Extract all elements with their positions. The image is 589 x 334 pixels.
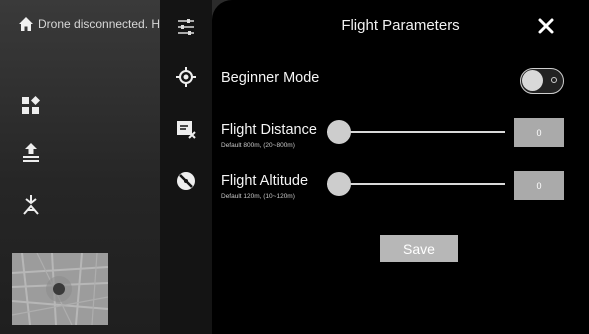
- slider-thumb[interactable]: [327, 172, 351, 196]
- sliders-icon[interactable]: [175, 16, 197, 38]
- media-delete-icon[interactable]: [175, 118, 197, 140]
- flight-altitude-input[interactable]: [514, 171, 564, 200]
- panel-title: Flight Parameters: [341, 17, 460, 34]
- toggle-knob: [522, 70, 543, 91]
- flight-parameters-panel: Flight Parameters Beginner Mode Flight D…: [212, 0, 589, 334]
- upload-icon[interactable]: [20, 141, 42, 163]
- home-icon[interactable]: [18, 16, 34, 32]
- flight-altitude-hint: Default 120m, (10~120m): [221, 193, 295, 200]
- beginner-mode-label: Beginner Mode: [221, 70, 320, 86]
- flight-distance-slider[interactable]: [327, 120, 505, 144]
- slider-track: [327, 183, 505, 185]
- location-marker-icon: [53, 283, 65, 295]
- flight-distance-label: Flight Distance: [221, 122, 317, 138]
- flight-altitude-slider[interactable]: [327, 172, 505, 196]
- connection-status-text: Drone disconnected. H: [38, 17, 161, 31]
- beginner-mode-toggle[interactable]: [520, 68, 564, 94]
- slider-track: [327, 131, 505, 133]
- mini-map-roads: [12, 253, 108, 325]
- toggle-off-indicator: [551, 77, 557, 83]
- flight-distance-input[interactable]: [514, 118, 564, 147]
- grid-icon[interactable]: [20, 95, 42, 117]
- return-home-icon[interactable]: [20, 194, 42, 216]
- connection-status: Drone disconnected. H: [18, 16, 178, 32]
- settings-menu: [160, 0, 212, 334]
- slider-thumb[interactable]: [327, 120, 351, 144]
- map-status-area: Drone disconnected. H: [0, 0, 160, 334]
- target-icon[interactable]: [175, 66, 197, 88]
- propeller-icon[interactable]: [175, 170, 197, 192]
- save-button[interactable]: Save: [380, 235, 458, 262]
- flight-altitude-label: Flight Altitude: [221, 173, 309, 189]
- flight-distance-hint: Default 800m, (20~800m): [221, 142, 295, 149]
- close-icon[interactable]: [534, 14, 558, 38]
- mini-map[interactable]: [12, 253, 108, 325]
